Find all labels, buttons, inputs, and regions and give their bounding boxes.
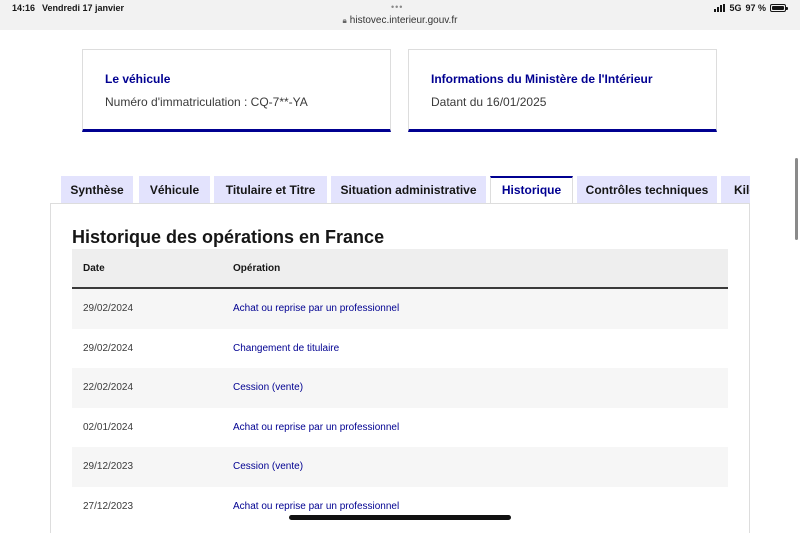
tab-situation[interactable]: Situation administrative (331, 176, 486, 204)
row-operation: Changement de titulaire (233, 342, 340, 354)
table-row: 29/12/2023 Cession (vente) (72, 447, 728, 487)
ministry-date: Datant du 16/01/2025 (431, 95, 547, 109)
scrollbar[interactable] (795, 158, 798, 240)
status-indicators: 5G 97 % (714, 3, 788, 13)
row-date: 22/02/2024 (83, 382, 134, 394)
table-row: 22/02/2024 Cession (vente) (72, 368, 728, 408)
row-date: 29/12/2023 (83, 461, 134, 473)
vehicle-card-title: Le véhicule (105, 72, 171, 86)
tab-controles[interactable]: Contrôles techniques (577, 176, 717, 204)
status-date: Vendredi 17 janvier (42, 3, 125, 13)
home-indicator[interactable] (289, 515, 511, 520)
row-date: 02/01/2024 (83, 421, 134, 433)
row-operation: Cession (vente) (233, 382, 304, 394)
tab-synthese[interactable]: Synthèse (61, 176, 133, 204)
battery-label: 97 % (745, 3, 766, 13)
battery-fill (772, 6, 784, 10)
table-row: 27/12/2023 Achat ou reprise par un profe… (72, 486, 728, 526)
more-dots-icon[interactable]: ••• (391, 2, 403, 12)
address-bar[interactable]: 🔒︎ histovec.interieur.gouv.fr (0, 15, 800, 26)
table-row: 29/02/2024 Changement de titulaire (72, 328, 728, 368)
status-time: 14:16 (12, 3, 36, 13)
tab-historique[interactable]: Historique (490, 176, 573, 204)
row-operation: Cession (vente) (233, 461, 304, 473)
network-label: 5G (729, 3, 742, 13)
table-header: Date Opération (72, 249, 728, 289)
row-operation: Achat ou reprise par un professionnel (233, 500, 400, 512)
row-date: 29/02/2024 (83, 303, 134, 315)
status-bar: 14:16 Vendredi 17 janvier ••• 🔒︎ histovec… (0, 0, 800, 30)
vehicle-card: Le véhicule Numéro d'immatriculation : C… (82, 49, 391, 132)
tab-kilometrage[interactable]: Kilométrage (721, 176, 750, 204)
tab-bar: Synthèse Véhicule Titulaire et Titre Sit… (61, 176, 750, 204)
row-operation: Achat ou reprise par un professionnel (233, 303, 400, 315)
tab-titulaire[interactable]: Titulaire et Titre (214, 176, 327, 204)
registration-number: Numéro d'immatriculation : CQ-7**-YA (105, 95, 308, 109)
signal-icon (714, 4, 726, 12)
history-title: Historique des opérations en France (72, 227, 385, 247)
history-table: Date Opération 29/02/2024 Achat ou repri… (72, 249, 728, 526)
lock-icon: 🔒︎ (342, 16, 347, 25)
column-date: Date (83, 262, 105, 274)
ministry-card: Informations du Ministère de l'Intérieur… (408, 49, 717, 132)
row-date: 27/12/2023 (83, 500, 134, 512)
table-row: 29/02/2024 Achat ou reprise par un profe… (72, 289, 728, 329)
address-url: histovec.interieur.gouv.fr (349, 15, 458, 26)
row-operation: Achat ou reprise par un professionnel (233, 421, 400, 433)
ministry-card-title: Informations du Ministère de l'Intérieur (431, 72, 653, 86)
battery-icon (770, 4, 788, 12)
column-operation: Opération (233, 262, 281, 274)
table-row: 02/01/2024 Achat ou reprise par un profe… (72, 407, 728, 447)
table-body: 29/02/2024 Achat ou reprise par un profe… (72, 289, 728, 526)
tab-vehicule[interactable]: Véhicule (139, 176, 210, 204)
row-date: 29/02/2024 (83, 342, 134, 354)
